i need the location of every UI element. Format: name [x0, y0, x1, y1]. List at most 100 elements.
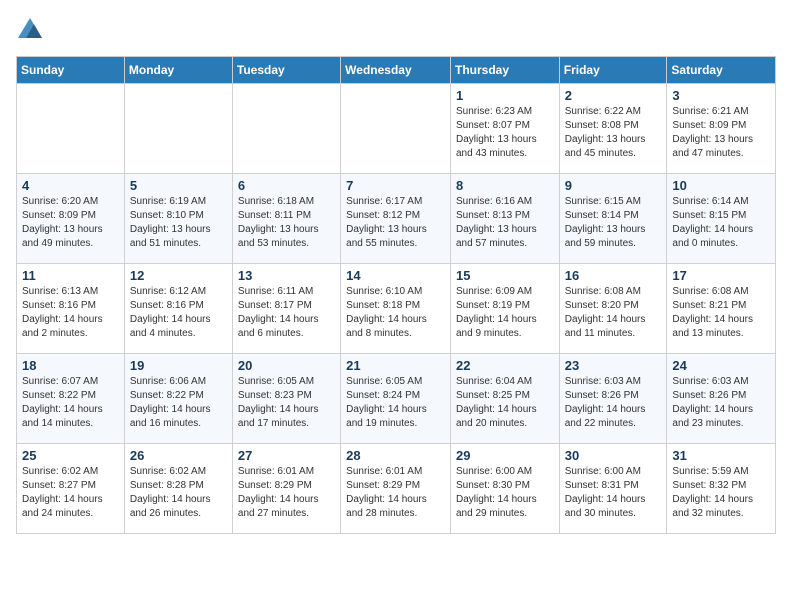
calendar-week-row: 1 Sunrise: 6:23 AM Sunset: 8:07 PM Daylig…: [17, 84, 776, 174]
calendar-day-cell: 16Sunrise: 6:08 AM Sunset: 8:20 PM Dayli…: [559, 264, 667, 354]
calendar-day-cell: 12 Sunrise: 6:12 AM Sunset: 8:16 PM Dayli…: [124, 264, 232, 354]
calendar-day-cell: 22Sunrise: 6:04 AM Sunset: 8:25 PM Dayli…: [450, 354, 559, 444]
calendar-day-cell: 3 Sunrise: 6:21 AM Sunset: 8:09 PM Daylig…: [667, 84, 776, 174]
day-number: 9: [565, 178, 662, 193]
day-number: 13: [238, 268, 335, 283]
calendar-day-cell: 9 Sunrise: 6:15 AM Sunset: 8:14 PM Daylig…: [559, 174, 667, 264]
day-number: 20: [238, 358, 335, 373]
calendar-day-cell: 25Sunrise: 6:02 AM Sunset: 8:27 PM Dayli…: [17, 444, 125, 534]
day-info: Sunrise: 6:12 AM Sunset: 8:16 PM Dayligh…: [130, 285, 227, 341]
calendar-day-cell: 28 Sunrise: 6:01 AM Sunset: 8:29 PM Dayli…: [341, 444, 451, 534]
calendar-day-cell: 10 Sunrise: 6:14 AM Sunset: 8:15 PM Dayli…: [667, 174, 776, 264]
calendar-day-cell: 7 Sunrise: 6:17 AM Sunset: 8:12 PM Daylig…: [341, 174, 451, 264]
calendar-day-cell: 17 Sunrise: 6:08 AM Sunset: 8:21 PM Dayli…: [667, 264, 776, 354]
calendar-week-row: 25Sunrise: 6:02 AM Sunset: 8:27 PM Dayli…: [17, 444, 776, 534]
calendar-day-cell: 5Sunrise: 6:19 AM Sunset: 8:10 PM Daylig…: [124, 174, 232, 264]
day-info: Sunrise: 6:05 AM Sunset: 8:23 PM Dayligh…: [238, 375, 335, 431]
weekday-header-cell: Saturday: [667, 57, 776, 84]
day-info: Sunrise: 6:16 AM Sunset: 8:13 PM Dayligh…: [456, 195, 554, 251]
calendar-day-cell: 23 Sunrise: 6:03 AM Sunset: 8:26 PM Dayli…: [559, 354, 667, 444]
calendar-day-cell: 20 Sunrise: 6:05 AM Sunset: 8:23 PM Dayli…: [232, 354, 340, 444]
calendar-table: SundayMondayTuesdayWednesdayThursdayFrid…: [16, 56, 776, 534]
calendar-day-cell: 13 Sunrise: 6:11 AM Sunset: 8:17 PM Dayli…: [232, 264, 340, 354]
calendar-day-cell: 27 Sunrise: 6:01 AM Sunset: 8:29 PM Dayli…: [232, 444, 340, 534]
day-info: Sunrise: 6:13 AM Sunset: 8:16 PM Dayligh…: [22, 285, 119, 341]
day-number: 12: [130, 268, 227, 283]
day-info: Sunrise: 6:08 AM Sunset: 8:21 PM Dayligh…: [672, 285, 770, 341]
calendar-day-cell: 30 Sunrise: 6:00 AM Sunset: 8:31 PM Dayli…: [559, 444, 667, 534]
day-number: 14: [346, 268, 445, 283]
day-number: 10: [672, 178, 770, 193]
day-number: 31: [672, 448, 770, 463]
day-number: 19: [130, 358, 227, 373]
day-info: Sunrise: 6:08 AM Sunset: 8:20 PM Dayligh…: [565, 285, 662, 341]
day-number: 5: [130, 178, 227, 193]
weekday-header-cell: Thursday: [450, 57, 559, 84]
calendar-day-cell: 6Sunrise: 6:18 AM Sunset: 8:11 PM Daylig…: [232, 174, 340, 264]
day-info: Sunrise: 6:15 AM Sunset: 8:14 PM Dayligh…: [565, 195, 662, 251]
day-number: 26: [130, 448, 227, 463]
day-number: 7: [346, 178, 445, 193]
day-info: Sunrise: 6:02 AM Sunset: 8:27 PM Dayligh…: [22, 465, 119, 521]
calendar-day-cell: 29 Sunrise: 6:00 AM Sunset: 8:30 PM Dayli…: [450, 444, 559, 534]
day-info: Sunrise: 6:01 AM Sunset: 8:29 PM Dayligh…: [238, 465, 335, 521]
day-number: 2: [565, 88, 662, 103]
calendar-day-cell: 31 Sunrise: 5:59 AM Sunset: 8:32 PM Dayli…: [667, 444, 776, 534]
calendar-body: 1 Sunrise: 6:23 AM Sunset: 8:07 PM Daylig…: [17, 84, 776, 534]
day-info: Sunrise: 6:00 AM Sunset: 8:31 PM Dayligh…: [565, 465, 662, 521]
weekday-header-row: SundayMondayTuesdayWednesdayThursdayFrid…: [17, 57, 776, 84]
day-number: 29: [456, 448, 554, 463]
day-number: 15: [456, 268, 554, 283]
calendar-week-row: 18Sunrise: 6:07 AM Sunset: 8:22 PM Dayli…: [17, 354, 776, 444]
day-number: 3: [672, 88, 770, 103]
day-info: Sunrise: 6:23 AM Sunset: 8:07 PM Dayligh…: [456, 105, 554, 161]
day-info: Sunrise: 6:22 AM Sunset: 8:08 PM Dayligh…: [565, 105, 662, 161]
day-number: 30: [565, 448, 662, 463]
weekday-header-cell: Monday: [124, 57, 232, 84]
calendar-day-cell: 15 Sunrise: 6:09 AM Sunset: 8:19 PM Dayli…: [450, 264, 559, 354]
day-number: 6: [238, 178, 335, 193]
calendar-day-cell: 21Sunrise: 6:05 AM Sunset: 8:24 PM Dayli…: [341, 354, 451, 444]
day-number: 4: [22, 178, 119, 193]
day-number: 1: [456, 88, 554, 103]
weekday-header-cell: Sunday: [17, 57, 125, 84]
calendar-day-cell: 26 Sunrise: 6:02 AM Sunset: 8:28 PM Dayli…: [124, 444, 232, 534]
calendar-day-cell: [341, 84, 451, 174]
day-info: Sunrise: 6:11 AM Sunset: 8:17 PM Dayligh…: [238, 285, 335, 341]
day-info: Sunrise: 6:00 AM Sunset: 8:30 PM Dayligh…: [456, 465, 554, 521]
calendar-week-row: 4Sunrise: 6:20 AM Sunset: 8:09 PM Daylig…: [17, 174, 776, 264]
day-info: Sunrise: 6:02 AM Sunset: 8:28 PM Dayligh…: [130, 465, 227, 521]
day-info: Sunrise: 6:03 AM Sunset: 8:26 PM Dayligh…: [672, 375, 770, 431]
day-number: 21: [346, 358, 445, 373]
calendar-day-cell: 1 Sunrise: 6:23 AM Sunset: 8:07 PM Daylig…: [450, 84, 559, 174]
day-info: Sunrise: 6:14 AM Sunset: 8:15 PM Dayligh…: [672, 195, 770, 251]
header: [16, 16, 776, 44]
day-number: 11: [22, 268, 119, 283]
weekday-header-cell: Friday: [559, 57, 667, 84]
day-number: 23: [565, 358, 662, 373]
day-info: Sunrise: 6:21 AM Sunset: 8:09 PM Dayligh…: [672, 105, 770, 161]
day-info: Sunrise: 6:01 AM Sunset: 8:29 PM Dayligh…: [346, 465, 445, 521]
day-number: 28: [346, 448, 445, 463]
day-number: 18: [22, 358, 119, 373]
calendar-day-cell: 2 Sunrise: 6:22 AM Sunset: 8:08 PM Daylig…: [559, 84, 667, 174]
calendar-day-cell: 19Sunrise: 6:06 AM Sunset: 8:22 PM Dayli…: [124, 354, 232, 444]
calendar-day-cell: 4Sunrise: 6:20 AM Sunset: 8:09 PM Daylig…: [17, 174, 125, 264]
calendar-day-cell: 8 Sunrise: 6:16 AM Sunset: 8:13 PM Daylig…: [450, 174, 559, 264]
logo-icon: [16, 16, 44, 44]
day-info: Sunrise: 6:03 AM Sunset: 8:26 PM Dayligh…: [565, 375, 662, 431]
day-number: 22: [456, 358, 554, 373]
day-number: 24: [672, 358, 770, 373]
day-info: Sunrise: 6:17 AM Sunset: 8:12 PM Dayligh…: [346, 195, 445, 251]
day-number: 17: [672, 268, 770, 283]
day-info: Sunrise: 6:10 AM Sunset: 8:18 PM Dayligh…: [346, 285, 445, 341]
day-number: 8: [456, 178, 554, 193]
day-info: Sunrise: 6:09 AM Sunset: 8:19 PM Dayligh…: [456, 285, 554, 341]
calendar-week-row: 11 Sunrise: 6:13 AM Sunset: 8:16 PM Dayli…: [17, 264, 776, 354]
day-number: 27: [238, 448, 335, 463]
weekday-header-cell: Tuesday: [232, 57, 340, 84]
day-info: Sunrise: 5:59 AM Sunset: 8:32 PM Dayligh…: [672, 465, 770, 521]
calendar-day-cell: 18Sunrise: 6:07 AM Sunset: 8:22 PM Dayli…: [17, 354, 125, 444]
calendar-day-cell: [124, 84, 232, 174]
calendar-day-cell: [17, 84, 125, 174]
